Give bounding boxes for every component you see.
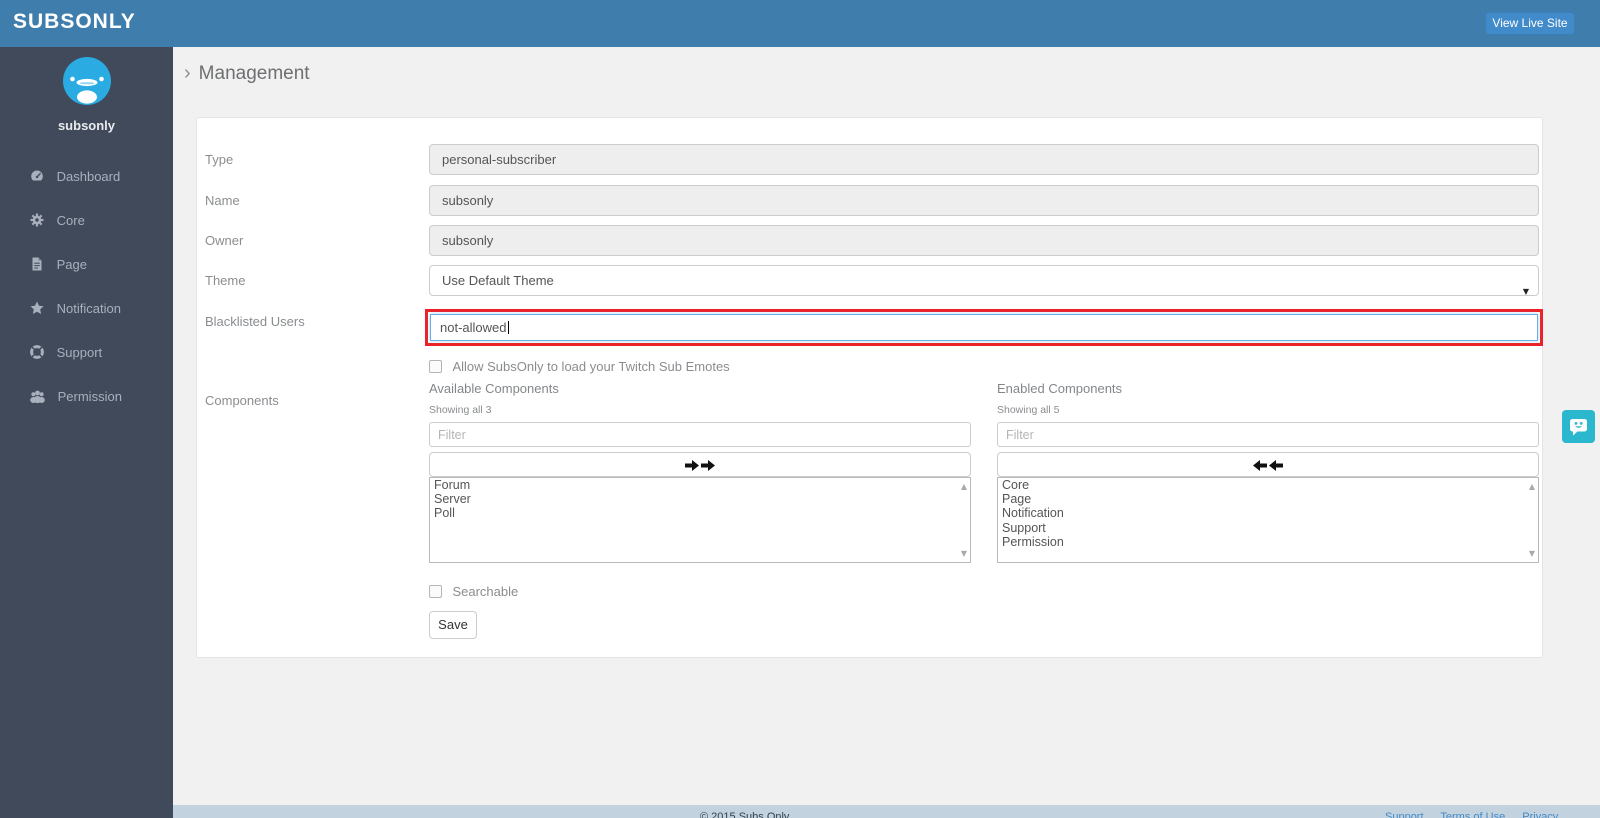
management-panel: Type Name Owner Theme Blacklisted Users … <box>196 117 1543 658</box>
list-item[interactable]: Core <box>998 478 1538 492</box>
star-icon <box>30 301 44 314</box>
owner-field: subsonly <box>429 225 1539 256</box>
available-showing-count: Showing all 3 <box>429 404 492 416</box>
sidebar-item-label: Support <box>56 345 103 360</box>
list-item[interactable]: Support <box>998 521 1538 535</box>
emotes-checkbox[interactable] <box>429 360 442 373</box>
move-left-button[interactable] <box>997 452 1539 477</box>
footer-link[interactable]: Terms of Use <box>1440 811 1505 818</box>
type-label: Type <box>205 152 234 167</box>
theme-selected-option: Use Default Theme <box>442 273 554 288</box>
sidebar-item-label: Permission <box>57 389 122 404</box>
sidebar-item-permission[interactable]: Permission <box>0 375 173 419</box>
scroll-down-icon[interactable]: ▼ <box>1529 549 1535 558</box>
searchable-label: Searchable <box>452 584 519 599</box>
enabled-components-column: Enabled Components Showing all 5 Core Pa… <box>997 381 1539 563</box>
chat-bubble-icon <box>1570 419 1587 436</box>
main-content: › Management Type Name Owner Theme Blackl… <box>173 47 1600 818</box>
list-item[interactable]: Forum <box>430 478 970 492</box>
sidebar-item-support[interactable]: Support <box>0 331 173 375</box>
sidebar-item-label: Dashboard <box>56 169 121 184</box>
users-icon <box>30 390 45 404</box>
owner-label: Owner <box>205 233 244 248</box>
sidebar-item-label: Page <box>56 257 87 272</box>
list-item[interactable]: Notification <box>998 506 1538 520</box>
available-components-title: Available Components <box>429 381 559 396</box>
file-icon <box>32 257 42 271</box>
footer-copyright: © 2015 Subs Only <box>700 811 790 818</box>
name-label: Name <box>205 193 240 208</box>
double-arrow-left-icon <box>1253 460 1283 471</box>
double-arrow-right-icon <box>685 460 715 471</box>
brand-logo[interactable]: SUBSONLY <box>13 10 136 34</box>
sidebar-item-notification[interactable]: Notification <box>0 287 173 331</box>
scroll-down-icon[interactable]: ▼ <box>961 549 967 558</box>
sidebar: subsonly Dashboard Core Page Notificatio… <box>0 47 173 818</box>
available-components-column: Available Components Showing all 3 Forum… <box>429 381 971 563</box>
scroll-up-icon[interactable]: ▲ <box>1529 482 1535 491</box>
page-title: Management <box>198 63 310 84</box>
list-item[interactable]: Server <box>430 492 970 506</box>
enabled-filter-input[interactable] <box>997 422 1539 447</box>
searchable-checkbox-row: Searchable <box>429 583 518 601</box>
gear-icon <box>30 213 44 227</box>
available-filter-input[interactable] <box>429 422 971 447</box>
subsonly-avatar-icon <box>62 57 111 105</box>
emotes-checkbox-label: Allow SubsOnly to load your Twitch Sub E… <box>452 359 730 374</box>
life-ring-icon <box>30 345 44 359</box>
scroll-up-icon[interactable]: ▲ <box>961 482 967 491</box>
blacklisted-users-value: not-allowed <box>440 320 507 335</box>
footer-links: Support Terms of Use Privacy Policy <box>1385 811 1600 818</box>
searchable-checkbox[interactable] <box>429 585 442 598</box>
move-right-button[interactable] <box>429 452 971 477</box>
sidebar-item-page[interactable]: Page <box>0 243 173 287</box>
enabled-components-title: Enabled Components <box>997 381 1123 396</box>
list-item[interactable]: Page <box>998 492 1538 506</box>
theme-label: Theme <box>205 273 246 288</box>
name-field: subsonly <box>429 185 1539 216</box>
sidebar-item-label: Notification <box>56 301 121 316</box>
blacklist-label: Blacklisted Users <box>205 314 305 329</box>
breadcrumb: › Management <box>184 62 310 85</box>
save-button[interactable]: Save <box>429 611 477 639</box>
sidebar-menu: Dashboard Core Page Notification Support… <box>0 155 173 419</box>
type-field: personal-subscriber <box>429 144 1539 175</box>
gauge-icon <box>31 170 43 181</box>
enabled-components-listbox[interactable]: Core Page Notification Support Permissio… <box>997 477 1539 563</box>
emotes-checkbox-row: Allow SubsOnly to load your Twitch Sub E… <box>429 358 730 376</box>
enabled-showing-count: Showing all 5 <box>997 404 1060 416</box>
sidebar-item-dashboard[interactable]: Dashboard <box>0 155 173 199</box>
list-item[interactable]: Poll <box>430 506 970 520</box>
footer-bar: © 2015 Subs Only Support Terms of Use Pr… <box>0 805 1600 818</box>
top-navbar: SUBSONLY View Live Site <box>0 0 1600 47</box>
chat-widget-tab[interactable] <box>1562 410 1595 443</box>
highlight-annotation: not-allowed <box>425 309 1543 346</box>
blacklisted-users-input[interactable]: not-allowed <box>430 314 1538 341</box>
view-live-site-button[interactable]: View Live Site <box>1485 12 1575 35</box>
avatar[interactable] <box>0 57 173 110</box>
footer-link[interactable]: Support <box>1385 811 1424 818</box>
components-label: Components <box>205 393 279 408</box>
chevron-down-icon: ▼ <box>1522 287 1529 296</box>
chevron-right-icon: › <box>184 62 191 84</box>
sidebar-item-core[interactable]: Core <box>0 199 173 243</box>
list-item[interactable]: Permission <box>998 535 1538 549</box>
theme-select[interactable]: Use Default Theme ▼ <box>429 265 1539 296</box>
available-components-listbox[interactable]: Forum Server Poll ▲ ▼ <box>429 477 971 563</box>
text-cursor <box>507 321 509 334</box>
sidebar-username: subsonly <box>57 118 116 133</box>
sidebar-item-label: Core <box>56 213 85 228</box>
